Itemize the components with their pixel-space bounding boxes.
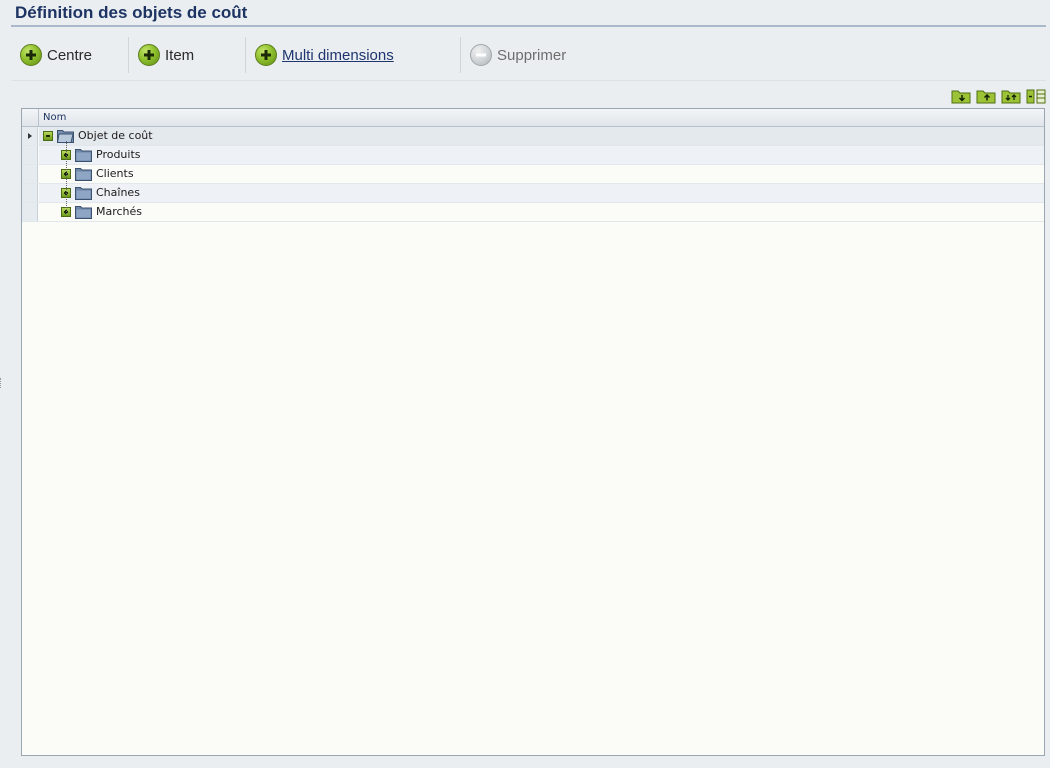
- folder-icon: [75, 206, 92, 219]
- toolbar: Centre Item Multi dimensions Supprimer: [12, 37, 1046, 77]
- add-multi-dimensions-label[interactable]: Multi dimensions: [282, 47, 394, 64]
- toolbar-separator: [245, 37, 246, 73]
- minus-circle-icon: [470, 44, 492, 66]
- collapse-icon[interactable]: [43, 131, 53, 141]
- folder-expand-icon[interactable]: [951, 88, 971, 104]
- tree-cell: Objet de coût: [39, 127, 1044, 145]
- toolbar-separator: [460, 37, 461, 73]
- folder-icon: [75, 187, 92, 200]
- add-item-label: Item: [165, 46, 195, 64]
- tree-node-label: Objet de coût: [78, 129, 153, 142]
- current-row-caret-icon: [28, 133, 32, 139]
- columns-icon[interactable]: [1026, 88, 1046, 104]
- add-centre-button[interactable]: Centre: [20, 37, 92, 73]
- tree-node-label: Clients: [96, 167, 134, 180]
- row-selector[interactable]: [22, 165, 38, 183]
- tree-row[interactable]: Clients: [22, 165, 1044, 184]
- tree-tools: [951, 88, 1046, 106]
- delete-button[interactable]: Supprimer: [470, 37, 566, 73]
- row-selector[interactable]: [22, 184, 38, 202]
- tree-row[interactable]: Chaînes: [22, 184, 1044, 203]
- plus-circle-icon: [138, 44, 160, 66]
- tree-cell: Produits: [39, 146, 1044, 164]
- plus-circle-icon: [20, 44, 42, 66]
- folder-expand-all-icon[interactable]: [1001, 88, 1021, 104]
- delete-label: Supprimer: [497, 46, 567, 64]
- tree-node-label: Chaînes: [96, 186, 140, 199]
- tree-node-label: Produits: [96, 148, 141, 161]
- tree-cell: Marchés: [39, 203, 1044, 221]
- row-selector[interactable]: [22, 146, 38, 164]
- title-divider: [11, 25, 1046, 27]
- tree-cell: Chaînes: [39, 184, 1044, 202]
- add-centre-label: Centre: [47, 46, 93, 64]
- page-title: Définition des objets de coût: [15, 3, 248, 22]
- column-header-nom[interactable]: Nom: [43, 112, 66, 123]
- tree-grid: Nom Objet de coût Produits Clients Chaîn…: [21, 108, 1045, 756]
- folder-collapse-icon[interactable]: [976, 88, 996, 104]
- tree-node-label: Marchés: [96, 205, 143, 218]
- add-item-button[interactable]: Item: [138, 37, 194, 73]
- tree-row-root[interactable]: Objet de coût: [22, 127, 1044, 146]
- splitter-handle[interactable]: [0, 378, 3, 388]
- plus-circle-icon: [255, 44, 277, 66]
- folder-icon: [75, 149, 92, 162]
- folder-icon: [75, 168, 92, 181]
- toolbar-divider: [12, 80, 1046, 81]
- tree-connector: [66, 141, 68, 214]
- toolbar-separator: [128, 37, 129, 73]
- row-selector[interactable]: [22, 203, 38, 221]
- tree-row[interactable]: Marchés: [22, 203, 1044, 222]
- tree-cell: Clients: [39, 165, 1044, 183]
- grid-header: Nom: [22, 109, 1044, 127]
- tree-row[interactable]: Produits: [22, 146, 1044, 165]
- row-header-column: [22, 109, 39, 126]
- row-selector[interactable]: [22, 127, 38, 145]
- add-multi-dimensions-button[interactable]: Multi dimensions: [255, 37, 394, 73]
